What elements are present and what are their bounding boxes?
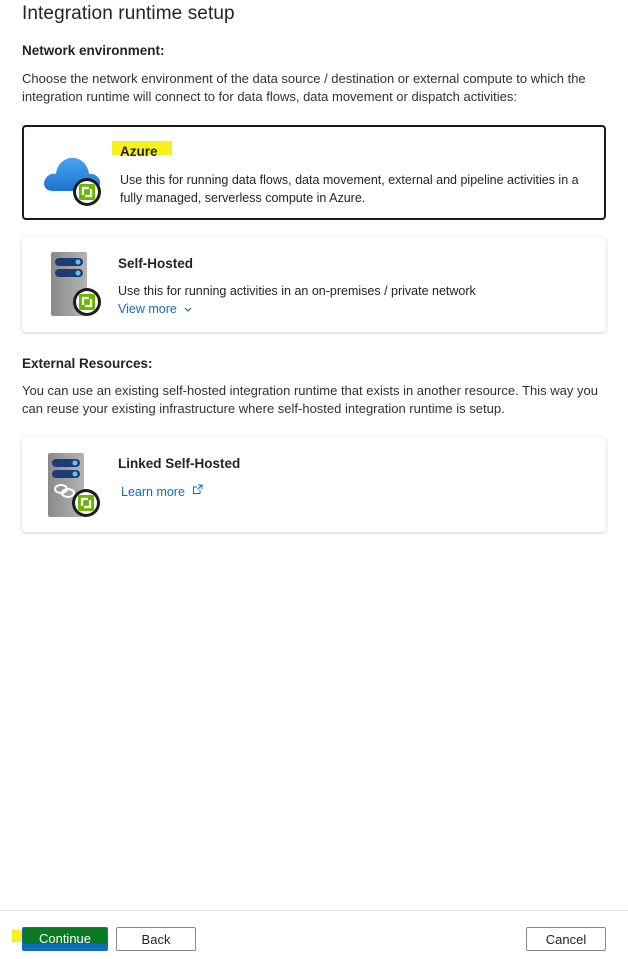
- network-environment-heading: Network environment:: [22, 43, 165, 58]
- page-title: Integration runtime setup: [22, 3, 235, 24]
- footer-divider: [0, 910, 628, 911]
- network-environment-description: Choose the network environment of the da…: [22, 71, 586, 104]
- view-more-label: View more: [118, 302, 177, 316]
- linked-server-icon: [46, 451, 104, 526]
- self-hosted-option-description: Use this for running activities in an on…: [118, 284, 476, 298]
- learn-more-link[interactable]: Learn more: [121, 484, 203, 499]
- server-icon: [49, 250, 105, 325]
- cancel-button[interactable]: Cancel: [526, 927, 606, 951]
- chevron-down-icon: [184, 302, 192, 316]
- self-hosted-option-title: Self-Hosted: [118, 256, 194, 271]
- back-button[interactable]: Back: [116, 927, 196, 951]
- azure-option-title: Azure: [120, 144, 158, 159]
- self-hosted-option-card[interactable]: Self-Hosted Use this for running activit…: [22, 237, 606, 332]
- azure-option-card[interactable]: Azure Use this for running data flows, d…: [22, 125, 606, 220]
- linked-self-hosted-title: Linked Self-Hosted: [118, 456, 241, 471]
- view-more-link[interactable]: View more: [118, 302, 192, 316]
- continue-button[interactable]: Continue: [22, 927, 108, 951]
- external-resources-description: You can use an existing self-hosted inte…: [22, 383, 598, 416]
- linked-self-hosted-card[interactable]: Linked Self-Hosted Learn more: [22, 437, 606, 532]
- external-resources-heading: External Resources:: [22, 356, 153, 371]
- continue-label: Continue: [38, 931, 92, 946]
- azure-cloud-icon: [41, 147, 105, 212]
- azure-option-description: Use this for running data flows, data mo…: [120, 173, 579, 205]
- learn-more-label: Learn more: [121, 485, 185, 499]
- external-link-icon: [192, 484, 203, 498]
